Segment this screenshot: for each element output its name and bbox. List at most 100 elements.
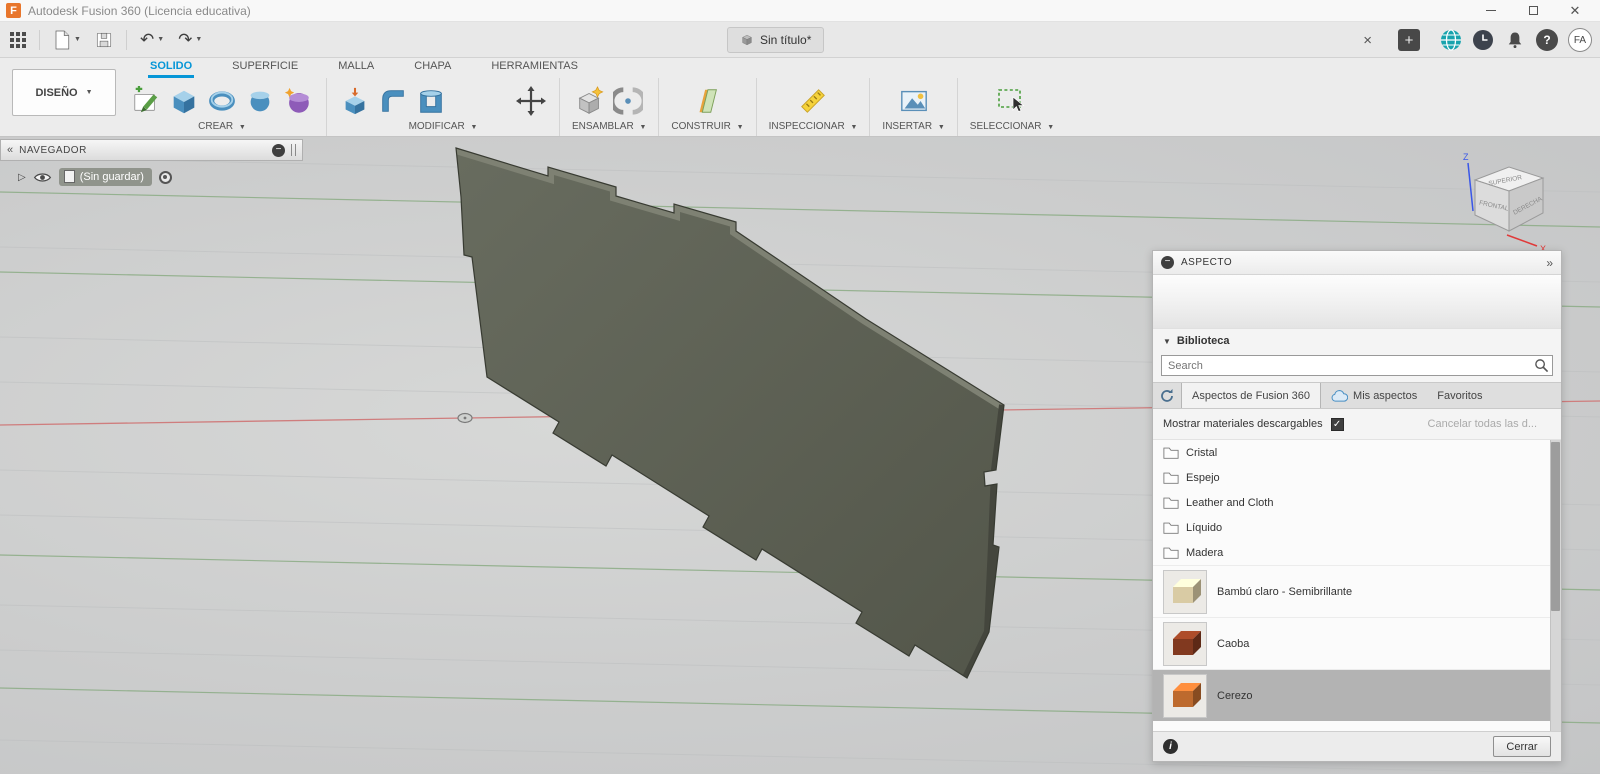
joint-icon <box>613 87 644 115</box>
document-root-item[interactable]: (Sin guardar) <box>58 168 152 186</box>
in-design-dropzone[interactable] <box>1153 275 1561 329</box>
library-section-header[interactable]: ▼ Biblioteca <box>1153 329 1561 353</box>
tab-favorites[interactable]: Favoritos <box>1427 383 1492 408</box>
group-label-inspeccionar[interactable]: INSPECCIONAR <box>769 121 845 132</box>
material-label: Bambú claro - Semibrillante <box>1217 585 1353 598</box>
plane-icon <box>699 89 718 113</box>
cerrar-button[interactable]: Cerrar <box>1493 736 1551 757</box>
group-insertar: INSERTAR ▼ <box>869 78 956 136</box>
select-button[interactable] <box>996 85 1028 117</box>
scrollbar-thumb[interactable] <box>1551 442 1560 611</box>
folder-cristal[interactable]: Cristal <box>1153 440 1561 465</box>
undo-icon: ↶ <box>139 30 155 49</box>
group-label-modificar[interactable]: MODIFICAR <box>409 121 465 132</box>
material-caoba[interactable]: Caoba <box>1153 617 1561 669</box>
undo-button[interactable]: ↶ ▼ <box>136 27 168 53</box>
tab-chapa[interactable]: CHAPA <box>412 58 453 78</box>
cancel-downloads-link[interactable]: Cancelar todas las d... <box>1428 418 1551 430</box>
folder-leather-and-cloth[interactable]: Leather and Cloth <box>1153 490 1561 515</box>
group-label-construir[interactable]: CONSTRUIR <box>671 121 730 132</box>
file-icon <box>55 30 70 49</box>
fillet-button[interactable] <box>377 85 409 117</box>
refresh-library-button[interactable] <box>1153 383 1181 408</box>
collapse-panel-icon[interactable]: − <box>272 143 285 157</box>
workspace-selector[interactable]: DISEÑO ▼ <box>12 69 116 116</box>
press-pull-icon <box>345 87 365 115</box>
create-sketch-button[interactable] <box>130 85 162 117</box>
tab-solido[interactable]: SOLIDO <box>148 58 195 78</box>
user-avatar[interactable]: FA <box>1568 28 1592 52</box>
group-label-ensamblar[interactable]: ENSAMBLAR <box>572 121 634 132</box>
shell-icon <box>420 90 442 113</box>
new-component-button[interactable] <box>574 85 606 117</box>
document-root-label: (Sin guardar) <box>79 170 144 183</box>
press-pull-button[interactable] <box>339 85 371 117</box>
expand-arrow-icon[interactable]: ▷ <box>18 172 26 183</box>
save-button[interactable] <box>91 27 117 53</box>
insert-canvas-button[interactable] <box>898 85 930 117</box>
quick-access-toolbar: ▼ ↶ ▼ ↷ ▼ Sin título* × + ? FA <box>0 22 1600 58</box>
panel-grip-icon[interactable] <box>291 144 296 156</box>
extrude-button[interactable] <box>168 85 200 117</box>
info-icon[interactable]: i <box>1163 739 1178 754</box>
material-cerezo[interactable]: Cerezo <box>1153 669 1561 721</box>
visibility-eye-icon[interactable] <box>33 171 52 184</box>
construction-plane-button[interactable] <box>691 85 723 117</box>
create-form-button[interactable] <box>282 85 314 117</box>
tab-fusion-aspects[interactable]: Aspectos de Fusion 360 <box>1181 383 1322 408</box>
redo-button[interactable]: ↷ ▼ <box>174 27 206 53</box>
model-body[interactable] <box>455 147 1005 679</box>
joint-button[interactable] <box>612 85 644 117</box>
close-tab-button[interactable]: × <box>1359 32 1376 49</box>
notifications-button[interactable] <box>1504 29 1526 51</box>
close-button[interactable]: ✕ <box>1568 4 1582 18</box>
aspect-header[interactable]: − ASPECTO » <box>1153 251 1561 275</box>
shell-button[interactable] <box>415 85 447 117</box>
revolve-button[interactable] <box>206 85 238 117</box>
folder-liquido[interactable]: Líquido <box>1153 515 1561 540</box>
tab-malla[interactable]: MALLA <box>336 58 376 78</box>
tab-my-aspects[interactable]: Mis aspectos <box>1321 383 1427 408</box>
navigator-header[interactable]: « NAVEGADOR − <box>0 139 303 161</box>
tab-herramientas[interactable]: HERRAMIENTAS <box>489 58 580 78</box>
activity-history-button[interactable] <box>1472 29 1494 51</box>
tab-superficie[interactable]: SUPERFICIE <box>230 58 300 78</box>
group-label-crear[interactable]: CREAR <box>198 121 233 132</box>
z-axis-label: Z <box>1463 152 1469 162</box>
close-icon: ✕ <box>1569 3 1581 18</box>
save-icon <box>96 32 111 47</box>
document-tab[interactable]: Sin título* <box>727 27 825 53</box>
file-menu-button[interactable]: ▼ <box>49 27 85 53</box>
search-input[interactable] <box>1161 355 1553 376</box>
app-grid-button[interactable] <box>6 27 30 53</box>
help-button[interactable]: ? <box>1536 29 1558 51</box>
group-label-seleccionar[interactable]: SELECCIONAR <box>970 121 1042 132</box>
view-cube[interactable]: Z X SUPERIOR FRONTAL DERECHA <box>1455 147 1563 255</box>
document-cube-icon <box>742 34 752 46</box>
folder-madera[interactable]: Madera <box>1153 540 1561 565</box>
ribbon-tab-strip: SOLIDO SUPERFICIE MALLA CHAPA HERRAMIENT… <box>148 58 580 78</box>
folder-espejo[interactable]: Espejo <box>1153 465 1561 490</box>
job-status-button[interactable] <box>1440 29 1462 51</box>
navigator-title: NAVEGADOR <box>19 144 87 156</box>
show-downloadable-checkbox[interactable]: ✓ <box>1330 417 1344 431</box>
maximize-button[interactable] <box>1526 4 1540 18</box>
origin-marker[interactable] <box>457 412 473 424</box>
material-thumbnail <box>1163 621 1207 666</box>
measure-button[interactable] <box>797 85 829 117</box>
new-document-button[interactable]: + <box>1398 29 1420 51</box>
minimize-button[interactable] <box>1484 4 1498 18</box>
material-label: Caoba <box>1217 637 1250 650</box>
activate-component-radio[interactable] <box>158 170 172 184</box>
expand-right-icon[interactable]: » <box>1546 256 1553 270</box>
material-bambu[interactable]: Bambú claro - Semibrillante <box>1153 565 1561 617</box>
list-scrollbar[interactable] <box>1550 440 1561 731</box>
apps-grid-icon <box>10 31 26 48</box>
collapse-left-icon[interactable]: « <box>7 144 13 156</box>
move-copy-button[interactable] <box>515 85 547 117</box>
workspace-label: DISEÑO <box>35 86 78 99</box>
sweep-button[interactable] <box>244 85 276 117</box>
group-label-insertar[interactable]: INSERTAR <box>882 121 932 132</box>
search-icon <box>1535 359 1549 373</box>
collapse-dialog-icon[interactable]: − <box>1161 256 1174 269</box>
